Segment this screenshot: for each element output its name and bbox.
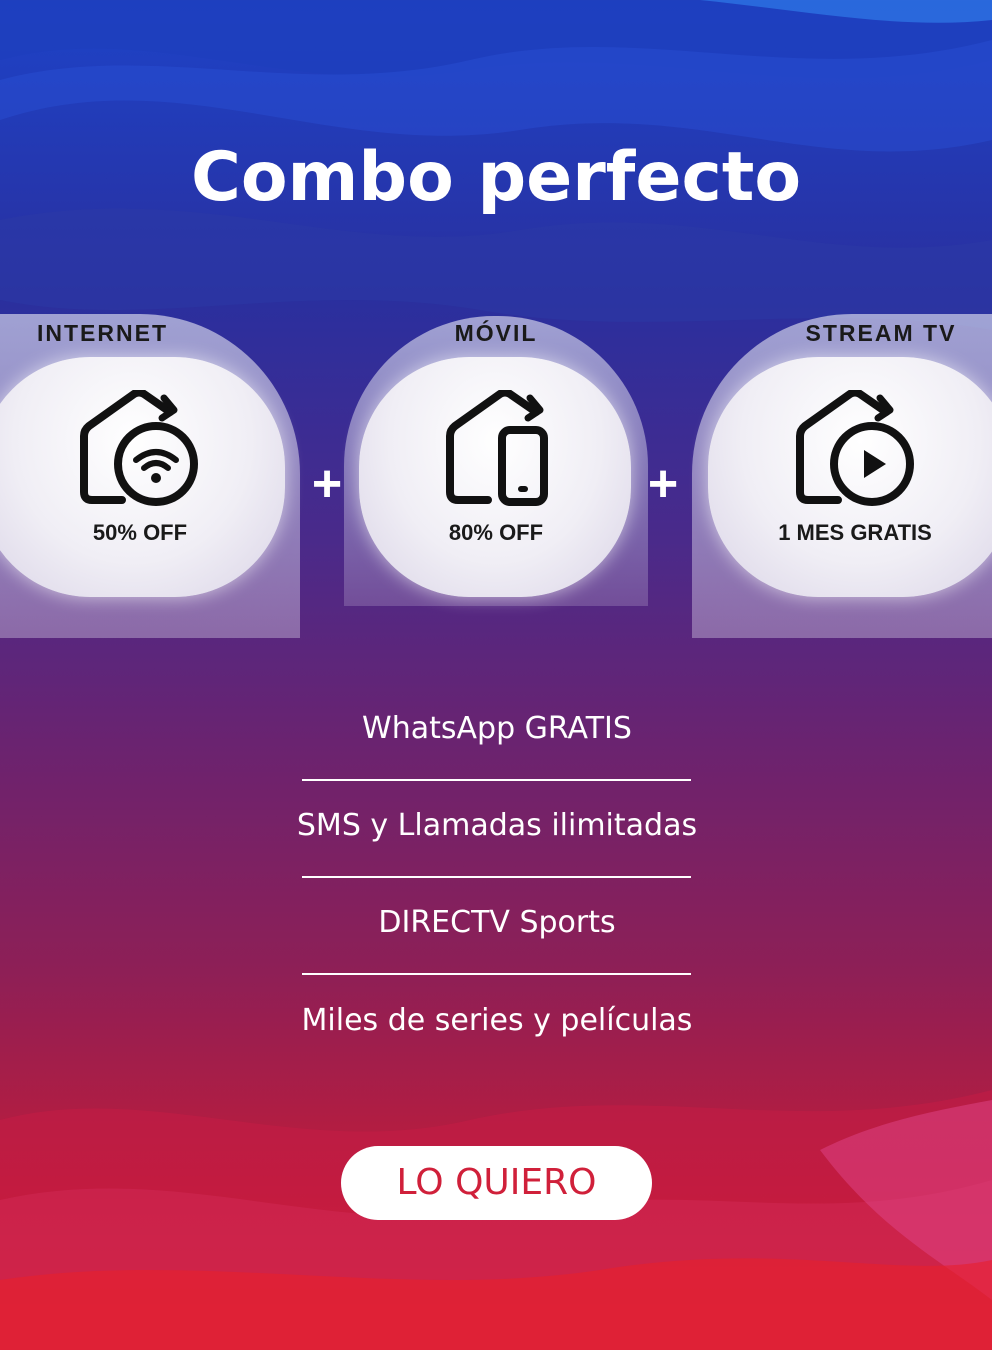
- stream-tv-label: STREAM TV: [805, 320, 957, 346]
- page-title: Combo perfecto: [190, 138, 802, 217]
- feature-series-peliculas: Miles de series y películas: [301, 1003, 693, 1038]
- stream-tv-offer: 1 MES GRATIS: [778, 520, 932, 545]
- feature-whatsapp: WhatsApp GRATIS: [362, 711, 632, 746]
- divider: [302, 876, 691, 878]
- home-wifi-icon: [80, 390, 198, 506]
- home-phone-icon: [446, 390, 548, 506]
- internet-offer: 50% OFF: [92, 520, 188, 545]
- movil-label: MÓVIL: [454, 320, 538, 346]
- lo-quiero-button[interactable]: LO QUIERO: [341, 1146, 652, 1220]
- feature-directv-sports: DIRECTV Sports: [378, 905, 616, 940]
- plus-icon: +: [647, 455, 679, 513]
- plus-icon: +: [311, 455, 343, 513]
- internet-label: INTERNET: [37, 320, 168, 346]
- divider: [302, 973, 691, 975]
- movil-offer: 80% OFF: [448, 520, 544, 545]
- home-play-icon: [796, 390, 914, 506]
- divider: [302, 779, 691, 781]
- feature-sms-llamadas: SMS y Llamadas ilimitadas: [296, 808, 698, 843]
